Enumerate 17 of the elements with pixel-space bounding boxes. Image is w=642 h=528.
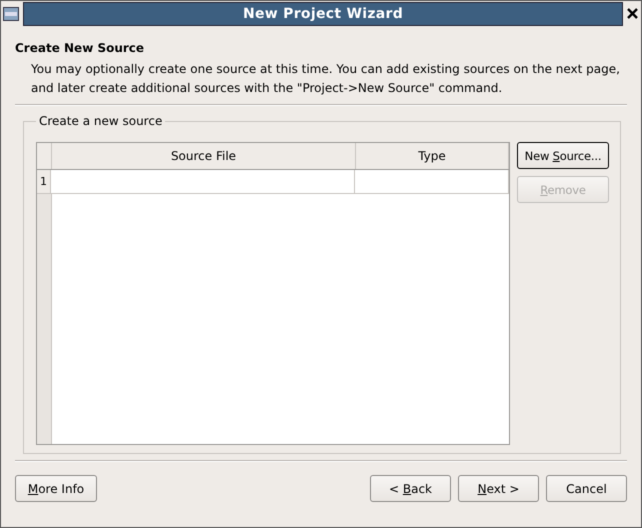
dialog-button[interactable]: < Back [370, 475, 451, 502]
more-info-button[interactable]: More Info [15, 475, 97, 502]
window-title: New Project Wizard [242, 6, 404, 22]
dialog-button[interactable]: Next > [458, 475, 539, 502]
description-text: You may optionally create one source at this time. You can add existing sources on the next page, [31, 61, 621, 78]
row-header: 1 [37, 170, 51, 194]
column-header[interactable]: Source File [52, 143, 356, 169]
dialog-button[interactable]: New Source... [517, 142, 609, 169]
description-text: and later create additional sources with the "Project->New Source" command. [31, 80, 504, 97]
column-header[interactable]: Type [356, 143, 509, 169]
window-icon [3, 6, 19, 20]
group-title: Create a new source [38, 114, 164, 128]
close-icon[interactable] [627, 8, 638, 19]
dialog-button[interactable]: Cancel [546, 475, 627, 502]
table-cell[interactable] [51, 170, 355, 194]
table-cell[interactable] [355, 170, 509, 194]
page-heading: Create New Source [15, 41, 146, 55]
